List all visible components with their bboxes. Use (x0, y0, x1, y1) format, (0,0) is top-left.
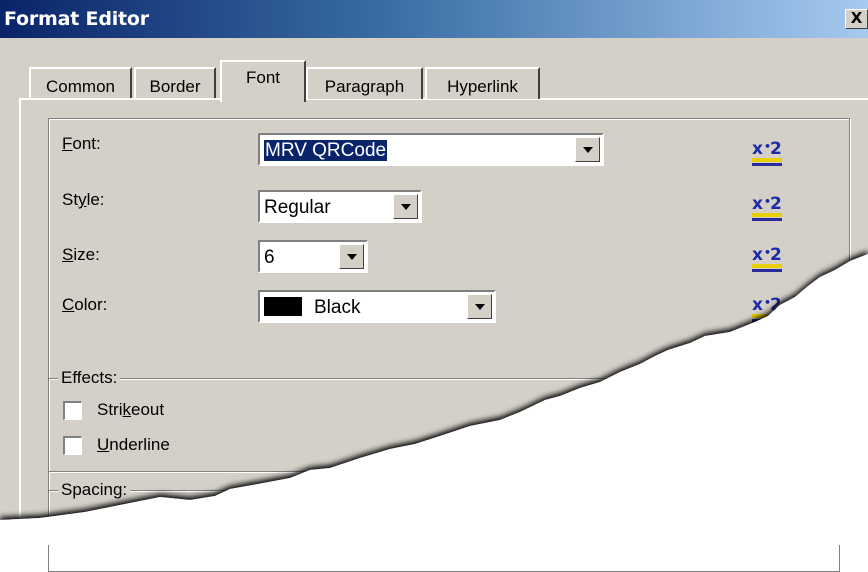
strikeout-label[interactable]: Strikeout (97, 400, 164, 420)
tab-hyperlink[interactable]: Hyperlink (425, 67, 540, 99)
font-combobox[interactable]: MRV QRCode (258, 133, 604, 166)
color-combobox[interactable]: Black (258, 290, 496, 323)
color-value: Black (314, 297, 361, 318)
size-combobox[interactable]: 6 (258, 240, 368, 273)
formula-x2-icon[interactable]: x • 2 (750, 242, 786, 278)
formula-x2-icon[interactable]: x • 2 (750, 136, 786, 172)
tab-paragraph[interactable]: Paragraph (306, 67, 423, 99)
tab-common[interactable]: Common (29, 67, 132, 99)
effects-legend: Effects: (58, 368, 121, 388)
font-dropdown-button[interactable] (575, 137, 600, 162)
chevron-down-icon (475, 304, 485, 310)
font-settings-group (48, 118, 850, 540)
tab-label: Paragraph (324, 77, 405, 96)
tab-label: Font (245, 68, 281, 87)
size-label: Size: (62, 245, 100, 264)
color-dropdown-button[interactable] (467, 294, 492, 319)
color-label: Color: (62, 295, 108, 314)
formula-x2-icon[interactable]: x • 2 (750, 191, 786, 227)
style-dropdown-button[interactable] (393, 194, 418, 219)
underline-checkbox[interactable] (63, 436, 82, 455)
spacing-groupbox (48, 490, 840, 572)
color-swatch (264, 297, 302, 316)
svg-text:x: x (752, 194, 763, 214)
svg-text:x: x (752, 139, 763, 159)
chevron-down-icon (583, 147, 593, 153)
svg-text:2: 2 (770, 194, 782, 214)
svg-text:x: x (752, 245, 763, 265)
style-value: Regular (264, 197, 331, 218)
size-dropdown-button[interactable] (339, 244, 364, 269)
formula-x2-icon[interactable]: x • 2 (750, 292, 786, 328)
font-value: MRV QRCode (264, 140, 388, 161)
close-button[interactable]: X (845, 9, 868, 29)
chevron-down-icon (401, 204, 411, 210)
font-label: Font: (62, 134, 101, 153)
svg-text:2: 2 (770, 245, 782, 265)
tab-label: Border (149, 77, 201, 96)
size-value: 6 (264, 247, 275, 268)
tab-border[interactable]: Border (134, 67, 216, 99)
svg-text:2: 2 (770, 139, 782, 159)
window-title: Format Editor (4, 8, 149, 30)
tab-font[interactable]: Font (220, 60, 306, 102)
svg-text:2: 2 (770, 295, 782, 315)
tab-label: Common (46, 77, 115, 96)
strikeout-checkbox[interactable] (63, 401, 82, 420)
effects-groupbox (48, 378, 840, 472)
tab-label: Hyperlink (447, 77, 518, 96)
title-bar[interactable]: Format Editor (0, 0, 868, 38)
chevron-down-icon (347, 254, 357, 260)
style-label: Style: (62, 190, 105, 209)
svg-text:x: x (752, 295, 763, 315)
close-icon: X (850, 9, 863, 27)
spacing-legend: Spacing: (58, 480, 131, 500)
style-combobox[interactable]: Regular (258, 190, 422, 223)
underline-label[interactable]: Underline (97, 435, 170, 455)
